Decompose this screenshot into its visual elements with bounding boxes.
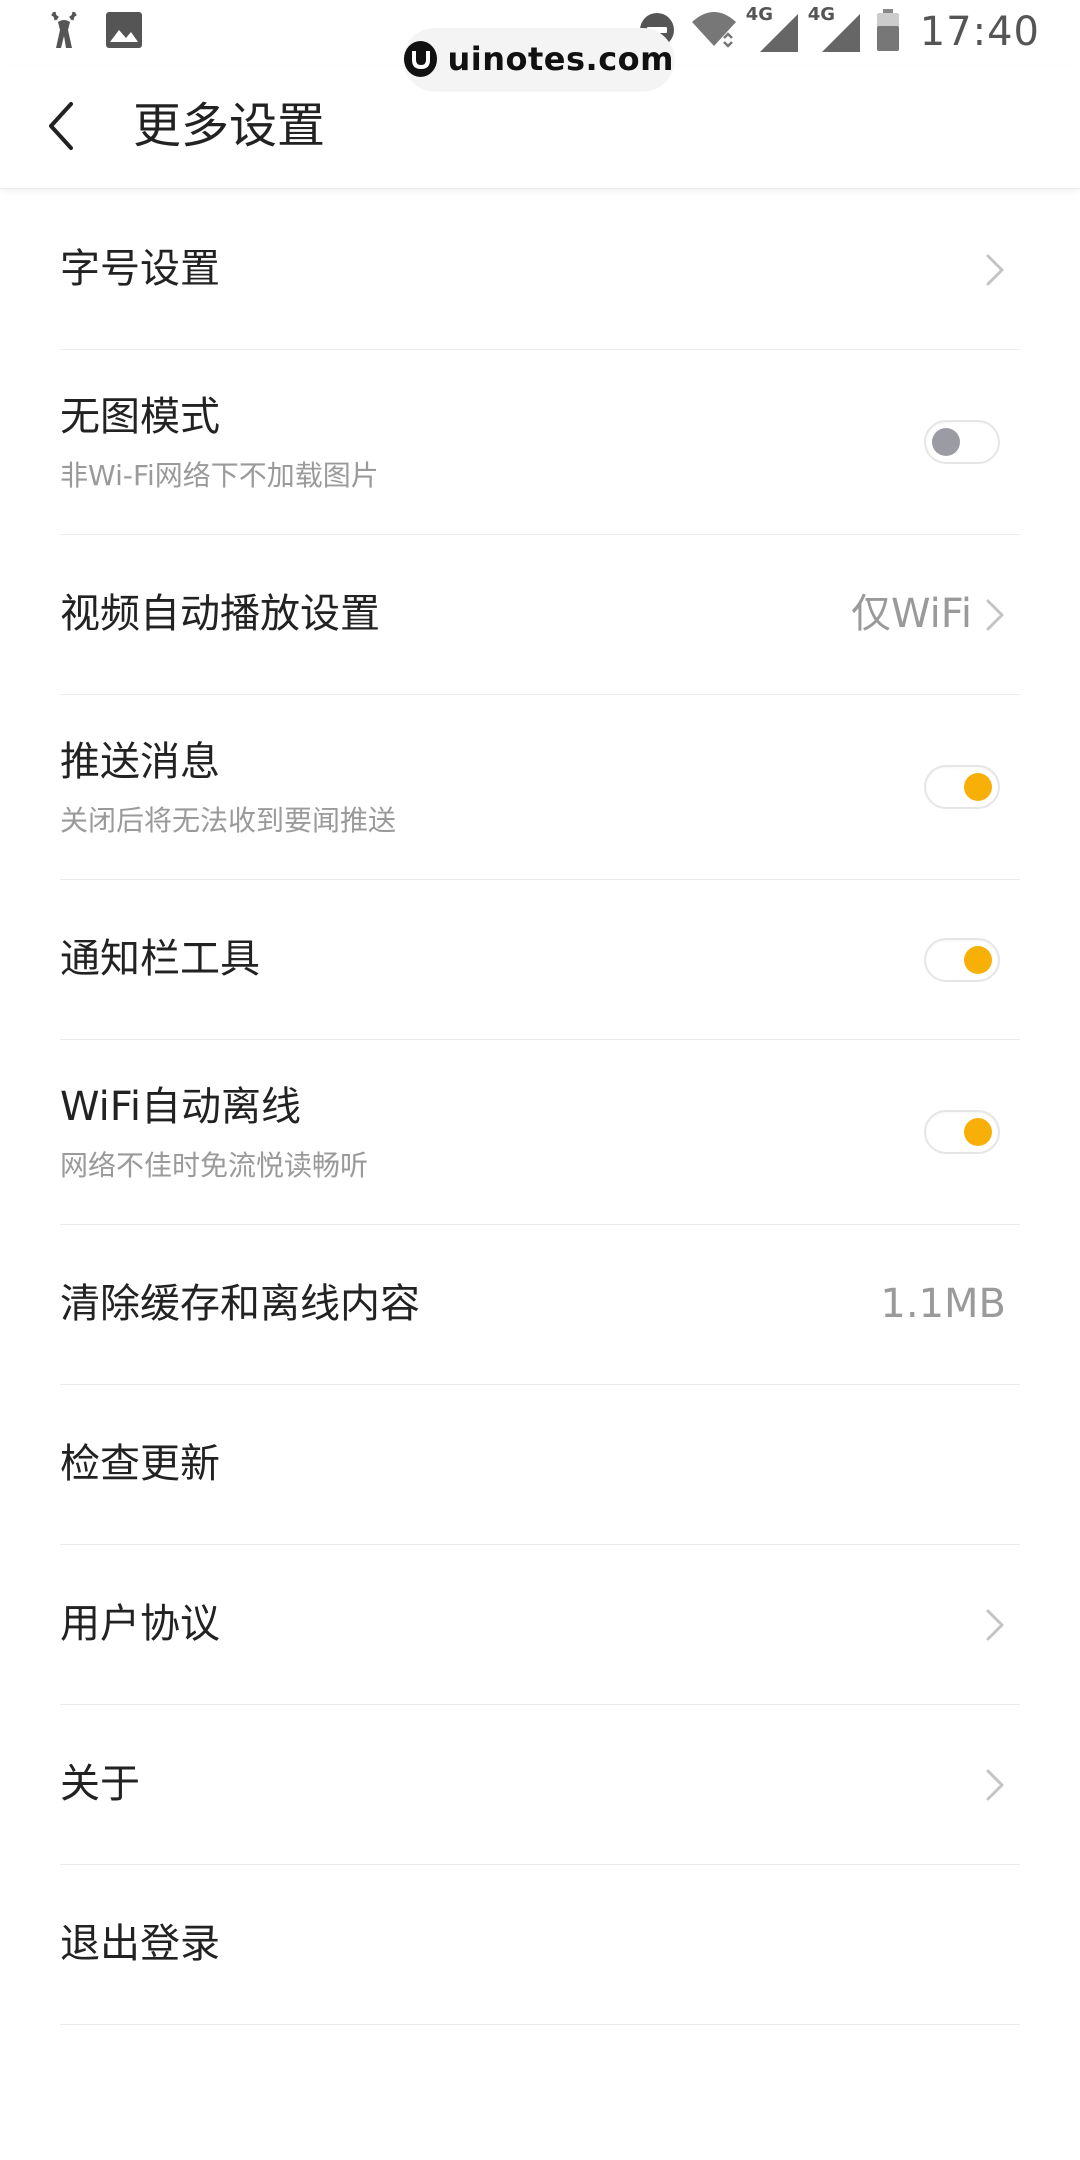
image-icon [104, 10, 144, 54]
setting-title: 无图模式 [60, 394, 220, 440]
status-time: 17:40 [919, 9, 1040, 55]
back-arrow-icon [49, 102, 73, 150]
setting-about[interactable]: 关于 [60, 1705, 1020, 1865]
chevron-right-icon [986, 254, 1004, 286]
chevron-right-icon [986, 599, 1004, 631]
app-bar: 更多设置 [0, 66, 1080, 189]
toggle-knob [932, 428, 960, 456]
setting-clear-cache[interactable]: 清除缓存和离线内容 1.1MB [60, 1225, 1020, 1385]
chevron-right-icon [986, 1769, 1004, 1801]
push-messages-toggle[interactable] [924, 765, 1000, 809]
setting-notification-tool: 通知栏工具 [60, 880, 1020, 1040]
setting-title: 通知栏工具 [60, 936, 260, 982]
back-button[interactable] [30, 94, 90, 158]
setting-font-size[interactable]: 字号设置 [60, 190, 1020, 350]
setting-subtitle: 网络不佳时免流悦读畅听 [60, 1149, 369, 1182]
no-image-mode-toggle[interactable] [924, 420, 1000, 464]
deer-icon [46, 10, 82, 54]
setting-wifi-offline: WiFi自动离线 网络不佳时免流悦读畅听 [60, 1040, 1020, 1225]
toggle-knob [964, 946, 992, 974]
notification-tool-toggle[interactable] [924, 938, 1000, 982]
setting-title: 关于 [60, 1761, 140, 1807]
chevron-right-icon [986, 1609, 1004, 1641]
settings-list: 字号设置 无图模式 非Wi-Fi网络下不加载图片 视频自动播放设置 仅WiFi … [0, 190, 1080, 2025]
setting-user-agreement[interactable]: 用户协议 [60, 1545, 1020, 1705]
status-bar-right: 4G 4G 17:40 [638, 4, 1040, 56]
network-label: 4G [745, 4, 774, 25]
wifi-icon [690, 10, 738, 54]
setting-value: 仅WiFi [851, 591, 972, 637]
setting-title: 推送消息 [60, 739, 220, 785]
cache-size-value: 1.1MB [880, 1281, 1006, 1327]
setting-title: 视频自动播放设置 [60, 591, 380, 637]
battery-icon [876, 8, 900, 56]
setting-title: 退出登录 [60, 1921, 220, 1967]
page-title: 更多设置 [133, 98, 326, 154]
setting-check-update[interactable]: 检查更新 [60, 1385, 1020, 1545]
status-bar-left [46, 10, 144, 54]
signal-icon: 4G [808, 4, 862, 54]
setting-no-image-mode: 无图模式 非Wi-Fi网络下不加载图片 [60, 350, 1020, 535]
setting-subtitle: 非Wi-Fi网络下不加载图片 [60, 459, 379, 492]
setting-title: 用户协议 [60, 1601, 220, 1647]
setting-title: 检查更新 [60, 1441, 220, 1487]
toggle-knob [964, 1118, 992, 1146]
setting-title: WiFi自动离线 [60, 1084, 301, 1130]
setting-title: 字号设置 [60, 246, 220, 292]
setting-subtitle: 关闭后将无法收到要闻推送 [60, 804, 397, 837]
setting-push-messages: 推送消息 关闭后将无法收到要闻推送 [60, 695, 1020, 880]
signal-icon: 4G [746, 4, 800, 54]
setting-video-autoplay[interactable]: 视频自动播放设置 仅WiFi [60, 535, 1020, 695]
setting-logout[interactable]: 退出登录 [60, 1865, 1020, 2025]
wifi-offline-toggle[interactable] [924, 1110, 1000, 1154]
toggle-knob [964, 773, 992, 801]
setting-title: 清除缓存和离线内容 [60, 1281, 420, 1327]
network-label: 4G [807, 4, 836, 25]
